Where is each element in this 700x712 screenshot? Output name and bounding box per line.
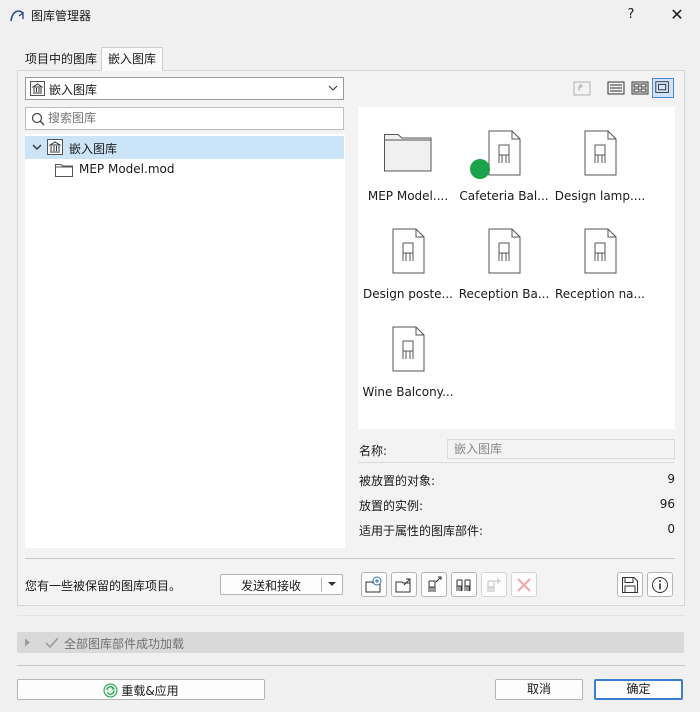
gallery-item-design-lamp[interactable]: Design lamp.... [552,115,648,211]
attribute-parts-value: 0 [667,522,675,536]
tree-item-embedded-library[interactable]: 嵌入图库 [25,136,344,159]
gallery-item-caption: Cafeteria Bal... [459,189,549,203]
chair-export-icon [428,576,442,592]
search-input[interactable] [48,111,338,125]
library-select-value: 嵌入图库 [49,83,98,97]
tab-project-libraries[interactable]: 项目中的图库 [18,47,104,70]
add-file-button[interactable] [361,572,387,597]
chevron-down-icon[interactable] [31,141,43,153]
folder-icon [384,134,432,172]
save-button[interactable] [617,572,643,597]
gallery-item-reception-ba[interactable]: Reception Ba... [456,213,552,309]
ok-button[interactable]: 确定 [594,679,683,700]
chair-doc-icon [488,228,521,274]
cancel-button[interactable]: 取消 [495,679,583,700]
chair-doc-icon [392,228,425,274]
divider [25,558,675,559]
chevron-down-icon [328,85,338,91]
gallery-item-reception-na[interactable]: Reception na... [552,213,648,309]
reserved-items-text: 您有一些被保留的图库项目。 [25,579,182,593]
save-icon [622,577,638,593]
folder-icon [55,164,73,177]
status-bar[interactable]: 全部图库部件成功加载 [17,632,684,653]
attribute-parts-label: 适用于属性的图库部件: [359,524,484,538]
library-building-icon [47,139,63,155]
info-icon [652,577,668,593]
gallery-item-wine-balcony[interactable]: Wine Balcony... [360,311,456,407]
check-icon [45,637,59,649]
chairs-icon [456,579,471,591]
divider [17,665,685,666]
gallery-item-caption: Wine Balcony... [362,385,454,399]
status-dot [470,159,490,179]
gallery-item-mep-model[interactable]: MEP Model.... [360,115,456,211]
refresh-icon [103,683,118,698]
library-building-icon [30,81,45,96]
gallery-item-caption: Design poste... [363,287,453,301]
delete-x-icon [517,578,531,592]
tree-item-label: 嵌入图库 [69,142,118,156]
status-text: 全部图库部件成功加载 [64,637,185,651]
folder-up-icon[interactable] [571,78,593,98]
chair-doc-icon [584,228,617,274]
divider [358,462,675,463]
list-view-icon[interactable] [605,78,627,98]
name-label: 名称: [359,444,388,458]
send-receive-label: 发送和接收 [240,579,301,593]
gallery-item-caption: MEP Model.... [367,189,449,203]
reload-apply-label: 重载&应用 [121,684,179,698]
chair-doc-icon [392,326,425,372]
name-field: 嵌入图库 [447,439,675,459]
tree-item-mep-model[interactable]: MEP Model.mod [25,159,344,181]
add-file-icon [365,576,382,593]
split-divider [321,578,322,592]
chair-doc-icon [584,130,617,176]
chair-add-icon [487,578,501,592]
gallery-item-design-poster[interactable]: Design poste... [360,213,456,309]
library-select[interactable]: 嵌入图库 [25,77,344,100]
library-gallery: MEP Model.... Cafeteria Bal... Design la… [358,107,675,429]
placed-instances-value: 96 [659,497,675,511]
gallery-item-caption: Reception Ba... [458,287,550,301]
archicad-app-icon [10,10,24,22]
delete-button[interactable] [511,572,537,597]
tree-item-label: MEP Model.mod [79,162,175,176]
placed-objects-label: 被放置的对象: [359,474,436,488]
gallery-item-caption: Design lamp.... [554,189,646,203]
close-button[interactable]: ✕ [662,3,692,27]
tab-embedded-library[interactable]: 嵌入图库 [101,47,164,71]
info-button[interactable] [647,572,673,597]
title-bar [0,0,700,30]
send-receive-button[interactable]: 发送和接收 [220,574,343,595]
placed-objects-value: 9 [667,472,675,486]
help-button[interactable]: ? [618,3,644,27]
gallery-item-caption: Reception na... [555,287,645,301]
small-icons-view-icon[interactable] [629,78,651,98]
reload-apply-button[interactable]: 重载&应用 [17,679,265,700]
library-tree: 嵌入图库 MEP Model.mod [25,134,345,548]
export-folder-button[interactable] [391,572,417,597]
add-object-button[interactable] [481,572,507,597]
search-icon [31,112,45,126]
folder-arrow-icon [395,578,411,593]
divider [17,615,685,616]
chevron-right-icon[interactable] [24,638,31,647]
window-title: 图库管理器 [31,9,92,23]
export-object-button[interactable] [421,572,447,597]
dropdown-arrow-icon[interactable] [327,579,337,589]
placed-instances-label: 放置的实例: [359,499,424,513]
search-box[interactable] [25,107,344,130]
multiple-objects-button[interactable] [451,572,477,597]
large-icons-view-icon[interactable] [652,78,674,98]
